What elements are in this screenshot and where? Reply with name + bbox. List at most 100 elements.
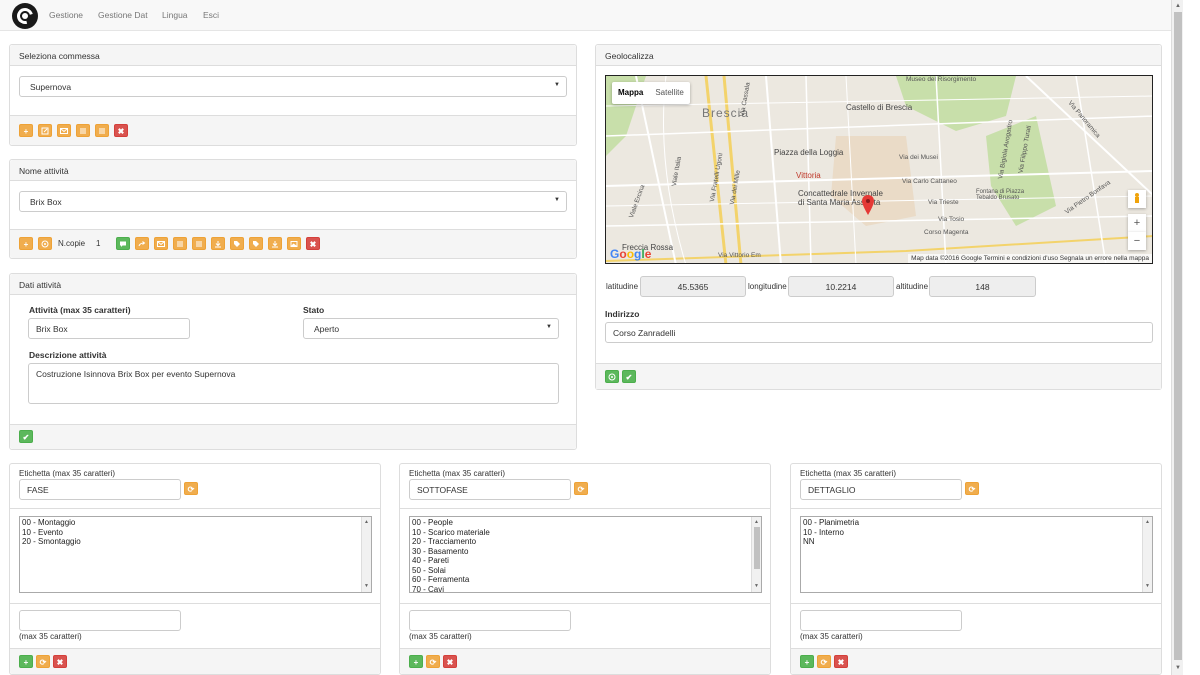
add-icon[interactable]: + <box>800 655 814 668</box>
nav-item-lingua[interactable]: Lingua <box>162 10 188 20</box>
divider <box>400 508 770 509</box>
mail-icon[interactable] <box>57 124 71 137</box>
longitude-input[interactable]: 10.2214 <box>788 276 894 297</box>
sottofase-new-input[interactable] <box>409 610 571 631</box>
add-icon[interactable]: + <box>19 655 33 668</box>
activity-input[interactable]: Brix Box <box>28 318 190 339</box>
dettaglio-new-input[interactable] <box>800 610 962 631</box>
refresh-icon[interactable]: ⟳ <box>817 655 831 668</box>
delete-icon[interactable]: ✖ <box>443 655 457 668</box>
copies-input[interactable]: 1 <box>96 239 100 248</box>
scroll-up-icon[interactable]: ▲ <box>1175 3 1181 9</box>
scroll-down-icon[interactable]: ▼ <box>1175 665 1181 671</box>
navbar: Gestione Gestione Dat Lingua Esci <box>0 0 1171 31</box>
fase-hint: (max 35 caratteri) <box>19 632 82 641</box>
description-textarea[interactable]: Costruzione Isinnova Brix Box per evento… <box>28 363 559 404</box>
sottofase-hint: (max 35 caratteri) <box>409 632 472 641</box>
list-item[interactable]: 50 - Solai <box>412 566 759 576</box>
fase-input[interactable]: FASE <box>19 479 181 500</box>
sottofase-input[interactable]: SOTTOFASE <box>409 479 571 500</box>
refresh-icon[interactable]: ⟳ <box>574 482 588 495</box>
commessa-select[interactable]: Supernova ▼ <box>19 76 567 97</box>
activity-label: Attività (max 35 caratteri) <box>29 305 131 315</box>
zoom-in-button[interactable]: + <box>1128 214 1146 232</box>
dettaglio-input[interactable]: DETTAGLIO <box>800 479 962 500</box>
list-item[interactable]: 20 - Tracciamento <box>412 537 759 547</box>
delete-icon[interactable]: ✖ <box>306 237 320 250</box>
refresh-icon[interactable]: ⟳ <box>426 655 440 668</box>
tag-icon[interactable] <box>230 237 244 250</box>
list-icon[interactable] <box>192 237 206 250</box>
longitude-label: longitudine <box>748 282 787 291</box>
listbox-scrollbar[interactable]: ▲ ▼ <box>361 517 371 592</box>
nav-item-gestione[interactable]: Gestione <box>49 10 83 20</box>
listbox-scrollbar[interactable]: ▲ ▼ <box>751 517 761 592</box>
altitude-input[interactable]: 148 <box>929 276 1036 297</box>
list-item[interactable]: 10 - Interno <box>803 528 1150 538</box>
fase-listbox[interactable]: 00 - Montaggio 10 - Evento 20 - Smontagg… <box>19 516 372 593</box>
status-select[interactable]: Aperto ▼ <box>303 318 559 339</box>
list-item[interactable]: 40 - Pareti <box>412 556 759 566</box>
fase-value: FASE <box>27 485 49 495</box>
nav-item-esci[interactable]: Esci <box>203 10 219 20</box>
refresh-icon[interactable]: ⟳ <box>184 482 198 495</box>
map[interactable]: Mappa Satellite Brescia Castello di Bres… <box>605 75 1153 264</box>
address-value: Corso Zanradelli <box>613 328 676 338</box>
map-type-satellite[interactable]: Satellite <box>649 82 689 104</box>
address-label: Indirizzo <box>605 309 640 319</box>
list-item[interactable]: 00 - Montaggio <box>22 518 369 528</box>
list-item[interactable]: 10 - Scarico materiale <box>412 528 759 538</box>
delete-icon[interactable]: ✖ <box>834 655 848 668</box>
attivita-select[interactable]: Brix Box ▼ <box>19 191 567 212</box>
check-icon[interactable]: ✔ <box>19 430 33 443</box>
list-item[interactable]: 00 - People <box>412 518 759 528</box>
panel-title: Nome attività <box>10 160 576 181</box>
address-input[interactable]: Corso Zanradelli <box>605 322 1153 343</box>
zoom-out-button[interactable]: − <box>1128 232 1146 250</box>
locate-icon[interactable] <box>605 370 619 383</box>
check-icon[interactable]: ✔ <box>622 370 636 383</box>
list-item[interactable]: NN <box>803 537 1150 547</box>
copy-icon[interactable] <box>38 237 52 250</box>
map-marker-icon[interactable] <box>862 195 874 215</box>
list-icon[interactable] <box>76 124 90 137</box>
panel-sottofase: Etichetta (max 35 caratteri) SOTTOFASE ⟳… <box>399 463 771 675</box>
latitude-input[interactable]: 45.5365 <box>640 276 746 297</box>
panel-commessa: Seleziona commessa Supernova ▼ + ✖ <box>9 44 577 146</box>
list-item[interactable]: 20 - Smontaggio <box>22 537 369 547</box>
list-item[interactable]: 30 - Basamento <box>412 547 759 557</box>
list-icon[interactable] <box>95 124 109 137</box>
list-item[interactable]: 00 - Planimetria <box>803 518 1150 528</box>
add-icon[interactable]: + <box>19 124 33 137</box>
dettaglio-label: Etichetta (max 35 caratteri) <box>800 469 897 478</box>
list-item[interactable]: 10 - Evento <box>22 528 369 538</box>
chat-icon[interactable] <box>116 237 130 250</box>
download-icon[interactable] <box>211 237 225 250</box>
map-label-corso-magenta: Corso Magenta <box>924 229 969 236</box>
map-type-mappa[interactable]: Mappa <box>612 82 649 104</box>
edit-icon[interactable] <box>38 124 52 137</box>
sottofase-listbox[interactable]: 00 - People 10 - Scarico materiale 20 - … <box>409 516 762 593</box>
download-icon[interactable] <box>268 237 282 250</box>
image-icon[interactable] <box>287 237 301 250</box>
list-item[interactable]: 60 - Ferramenta <box>412 575 759 585</box>
streetview-icon[interactable] <box>1128 190 1146 208</box>
delete-icon[interactable]: ✖ <box>53 655 67 668</box>
share-icon[interactable] <box>135 237 149 250</box>
refresh-icon[interactable]: ⟳ <box>36 655 50 668</box>
app-logo[interactable] <box>12 3 38 29</box>
add-icon[interactable]: + <box>409 655 423 668</box>
nav-item-gestione-dati[interactable]: Gestione Dat <box>98 10 148 20</box>
tag-icon[interactable] <box>249 237 263 250</box>
refresh-icon[interactable]: ⟳ <box>965 482 979 495</box>
mail-icon[interactable] <box>154 237 168 250</box>
list-item[interactable]: 70 - Cavi <box>412 585 759 593</box>
add-icon[interactable]: + <box>19 237 33 250</box>
dettaglio-listbox[interactable]: 00 - Planimetria 10 - Interno NN ▲ ▼ <box>800 516 1153 593</box>
fase-new-input[interactable] <box>19 610 181 631</box>
listbox-scrollbar[interactable]: ▲ ▼ <box>1142 517 1152 592</box>
page-scrollbar[interactable]: ▲ ▼ <box>1171 0 1183 675</box>
list-icon[interactable] <box>173 237 187 250</box>
delete-icon[interactable]: ✖ <box>114 124 128 137</box>
scroll-thumb[interactable] <box>1174 12 1182 660</box>
